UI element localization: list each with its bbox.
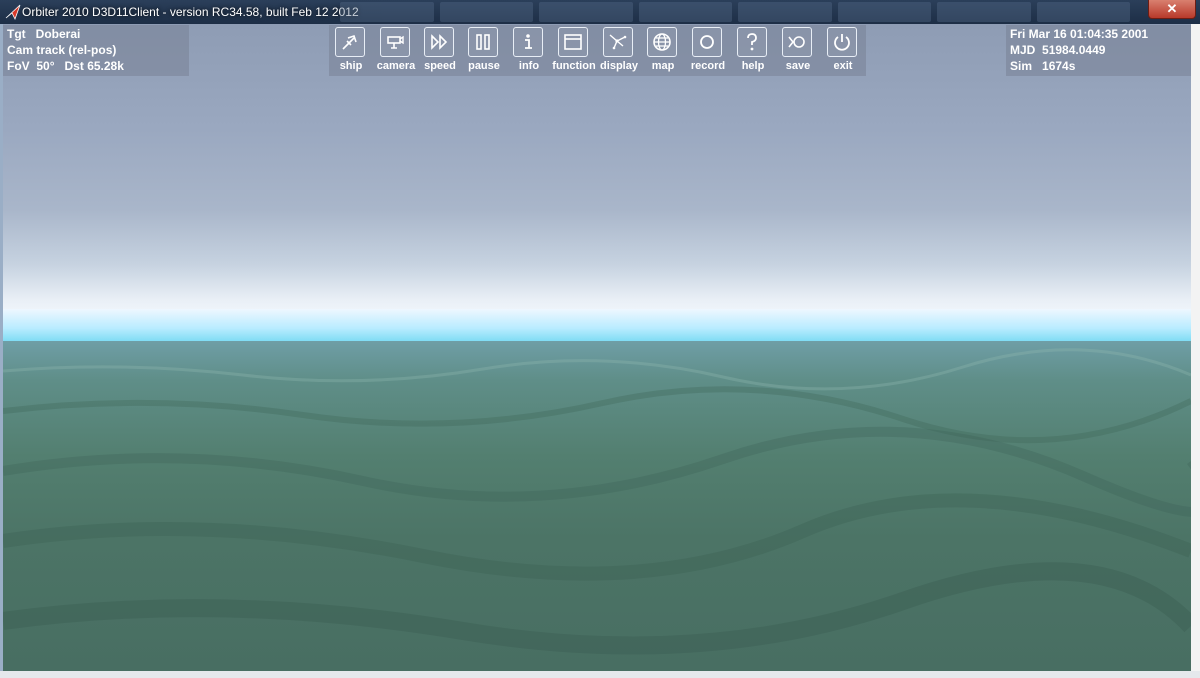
hud-camera-row: Cam track (rel-pos) <box>7 42 116 58</box>
record-button[interactable]: record <box>686 25 730 76</box>
hud-mjd-value: 51984.0449 <box>1042 43 1106 57</box>
hud-sim-label: Sim <box>1010 59 1033 73</box>
hud-sim-row: Sim 1674s <box>1010 58 1075 74</box>
speed-icon <box>424 27 454 57</box>
record-icon <box>692 27 722 57</box>
hud-mjd-row: MJD 51984.0449 <box>1010 42 1105 58</box>
save-icon <box>782 27 812 57</box>
close-window-button[interactable]: ✕ <box>1148 0 1196 19</box>
background-taskbar-tabs <box>340 2 1130 22</box>
display-icon <box>603 27 633 57</box>
hud-target-panel: Tgt Doberai Cam track (rel-pos) FoV 50° … <box>3 25 189 76</box>
hud-fov-row: FoV 50° Dst 65.28k <box>7 58 124 74</box>
save-button[interactable]: save <box>776 25 820 76</box>
window-frame-right <box>1190 24 1200 678</box>
pause-icon <box>468 27 498 57</box>
hud-distance-label: Dst <box>64 59 84 73</box>
simulation-viewport[interactable]: Tgt Doberai Cam track (rel-pos) FoV 50° … <box>3 24 1191 671</box>
main-toolbar: ship camera speed pause info function di… <box>329 25 866 76</box>
hud-distance-value: 65.28k <box>87 59 124 73</box>
function-icon <box>558 27 588 57</box>
hud-date-value: Fri Mar 16 01:04:35 2001 <box>1010 27 1149 41</box>
info-icon <box>513 27 543 57</box>
map-button[interactable]: map <box>641 25 685 76</box>
hud-mjd-label: MJD <box>1010 43 1036 57</box>
orbiter-app-icon <box>5 4 21 21</box>
hud-time-panel: Fri Mar 16 01:04:35 2001 MJD 51984.0449 … <box>1006 25 1191 76</box>
map-icon <box>647 27 677 57</box>
hud-fov-label: FoV <box>7 59 30 73</box>
hud-target-row: Tgt Doberai <box>7 26 80 42</box>
help-icon <box>737 27 767 57</box>
camera-icon <box>380 27 410 57</box>
exit-icon <box>827 27 857 57</box>
hud-camera-value: track (rel-pos) <box>36 43 117 57</box>
ship-icon <box>335 27 365 57</box>
hud-camera-label: Cam <box>7 43 34 57</box>
exit-button[interactable]: exit <box>821 25 865 76</box>
terrain-render <box>3 341 1191 671</box>
terrain-ridges <box>3 348 1191 655</box>
info-button[interactable]: info <box>507 25 551 76</box>
window-frame-bottom <box>0 671 1200 678</box>
function-button[interactable]: function <box>552 25 596 76</box>
pause-button[interactable]: pause <box>462 25 506 76</box>
hud-fov-value: 50° <box>36 59 55 73</box>
help-button[interactable]: help <box>731 25 775 76</box>
window-titlebar[interactable]: Orbiter 2010 D3D11Client - version RC34.… <box>0 0 1200 24</box>
hud-date-row: Fri Mar 16 01:04:35 2001 <box>1010 26 1148 42</box>
exit-button-label: exit <box>833 60 853 72</box>
window-title: Orbiter 2010 D3D11Client - version RC34.… <box>22 5 359 19</box>
hud-target-value: Doberai <box>35 27 81 41</box>
horizon-haze <box>3 309 1191 344</box>
hud-target-label: Tgt <box>7 27 26 41</box>
ship-button[interactable]: ship <box>329 25 373 76</box>
hud-sim-value: 1674s <box>1042 59 1076 73</box>
